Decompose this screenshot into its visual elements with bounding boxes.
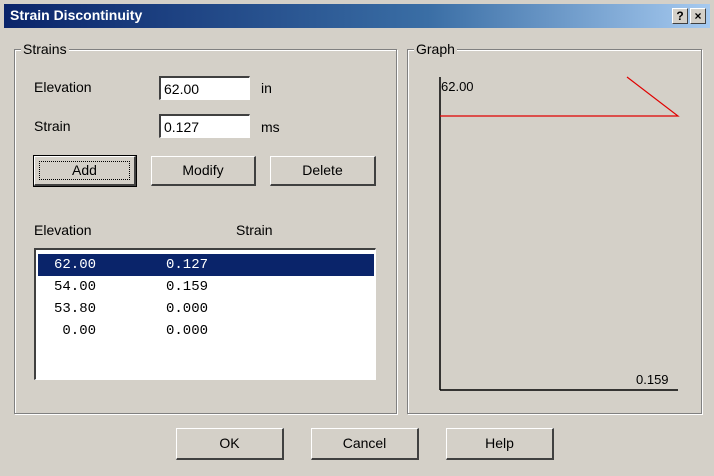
cancel-button[interactable]: Cancel (311, 428, 419, 460)
help-button-label: Help (485, 435, 514, 451)
ok-button-label: OK (219, 435, 240, 451)
ok-button[interactable]: OK (176, 428, 284, 460)
strain-discontinuity-dialog: Strain Discontinuity ? × Strains Elevati… (0, 0, 714, 476)
graph-top-elevation-label: 62.00 (441, 79, 474, 94)
strain-profile-line (440, 76, 680, 117)
cancel-button-label: Cancel (342, 435, 387, 451)
strain-graph (439, 76, 680, 391)
graph-max-strain-label: 0.159 (636, 372, 669, 387)
help-button[interactable]: Help (446, 428, 554, 460)
